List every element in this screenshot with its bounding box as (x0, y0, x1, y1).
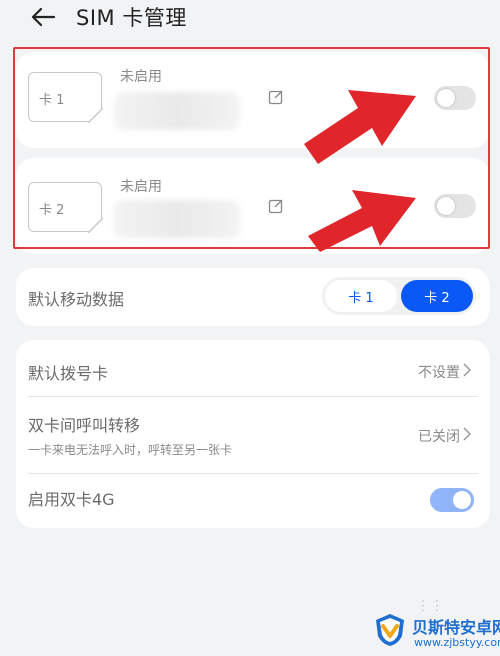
default-data-card: 默认移动数据 卡 1 卡 2 (16, 268, 490, 326)
sim-status-text: 未启用 (120, 179, 162, 195)
toggle-knob (437, 89, 455, 107)
sim-segmented-control: 卡 1 卡 2 (322, 277, 476, 315)
arrow-left-icon (31, 7, 56, 27)
sim-card-1: 卡 1 未启用 (16, 52, 490, 148)
redacted-number (114, 92, 240, 130)
shield-logo-icon (376, 614, 404, 646)
row-title: 双卡间呼叫转移 (28, 416, 141, 435)
toggle-knob (453, 491, 471, 509)
watermark-title: 贝斯特安卓网 (412, 618, 500, 637)
settings-card: 默认拨号卡 不设置 双卡间呼叫转移 一卡来电无法呼入时，呼转至另一张卡 已关闭 … (16, 340, 490, 528)
data-sim-1-option[interactable]: 卡 1 (325, 280, 397, 312)
app-header: SIM 卡管理 (0, 0, 500, 40)
row-subtitle: 一卡来电无法呼入时，呼转至另一张卡 (28, 443, 233, 457)
chevron-right-icon (463, 427, 472, 441)
sim-chip-label: 卡 2 (39, 203, 65, 218)
watermark-url: www.zjbstyy.com (414, 636, 500, 649)
sim-chip-icon: 卡 2 (28, 182, 103, 233)
chevron-right-icon (463, 363, 472, 377)
sim-chip-label: 卡 1 (39, 93, 65, 108)
row-title: 默认拨号卡 (28, 364, 109, 383)
row-value: 已关闭 (418, 429, 460, 445)
redacted-number (114, 200, 240, 238)
sim-2-toggle[interactable] (434, 194, 476, 218)
edit-icon[interactable] (268, 89, 284, 105)
toggle-knob (437, 197, 455, 215)
call-forward-row[interactable]: 双卡间呼叫转移 一卡来电无法呼入时，呼转至另一张卡 已关闭 (16, 397, 490, 473)
dual-4g-row: 启用双卡4G (16, 474, 490, 528)
sim-card-2: 卡 2 未启用 (16, 158, 490, 254)
dual-4g-toggle[interactable] (430, 488, 474, 512)
row-value: 不设置 (418, 365, 460, 381)
sim-status-text: 未启用 (120, 69, 162, 85)
default-data-label: 默认移动数据 (28, 290, 125, 309)
default-dial-row[interactable]: 默认拨号卡 不设置 (16, 340, 490, 396)
page-title: SIM 卡管理 (76, 6, 187, 30)
sim-1-toggle[interactable] (434, 86, 476, 110)
edit-icon[interactable] (268, 198, 284, 214)
back-button[interactable] (28, 4, 58, 30)
sim-chip-icon: 卡 1 (28, 72, 103, 123)
watermark: 贝斯特安卓网 www.zjbstyy.com (368, 610, 500, 656)
data-sim-2-option[interactable]: 卡 2 (401, 280, 473, 312)
row-title: 启用双卡4G (28, 490, 115, 509)
